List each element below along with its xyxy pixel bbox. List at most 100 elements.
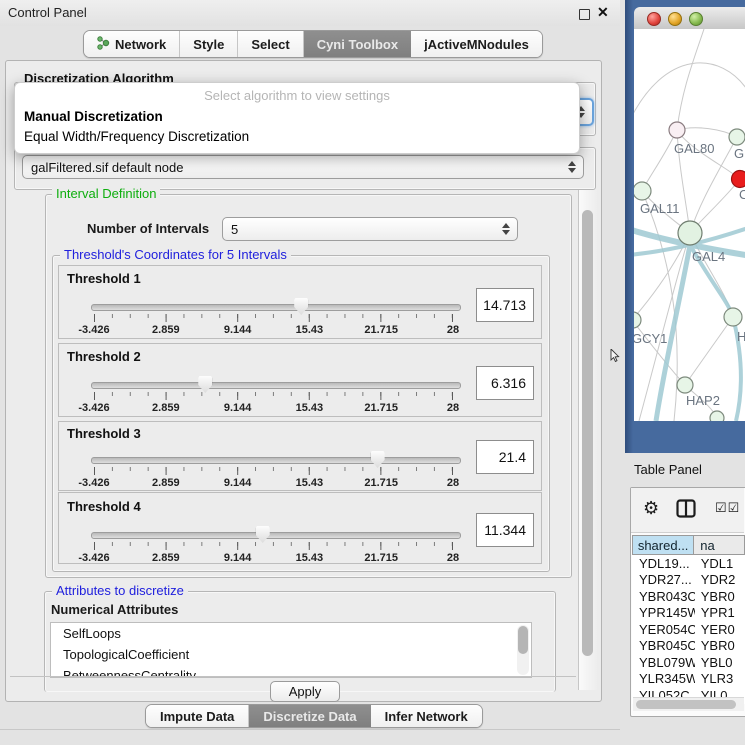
node-label-partial-g: G xyxy=(734,146,744,161)
slider-thumb[interactable] xyxy=(371,451,385,468)
tab-jactivemnodules[interactable]: jActiveMNodules xyxy=(411,31,542,57)
close-traffic-light-icon[interactable] xyxy=(647,12,661,26)
node-gal11[interactable] xyxy=(634,182,651,200)
tab-impute-data[interactable]: Impute Data xyxy=(146,705,249,727)
algorithm-dropdown-popup: Select algorithm to view settings Manual… xyxy=(14,82,580,154)
tab-cyni-toolbox[interactable]: Cyni Toolbox xyxy=(304,31,411,57)
node-green-right-top[interactable] xyxy=(729,129,745,145)
table-panel-title: Table Panel xyxy=(634,462,702,477)
slider-major-ticks xyxy=(94,314,453,322)
slider-tick-labels: -3.4262.8599.14415.4321.71528 xyxy=(94,477,453,489)
tab-network[interactable]: Network xyxy=(84,31,180,57)
slider-major-ticks xyxy=(94,392,453,400)
threshold-panel-3: Threshold 3 -3.4262.8599.14415.4321.7152… xyxy=(58,421,542,491)
numerical-attributes-label: Numerical Attributes xyxy=(51,602,178,617)
threshold-label: Threshold 3 xyxy=(67,426,141,441)
node-pink[interactable] xyxy=(669,122,685,138)
table-row[interactable]: YPR145WYPR1 xyxy=(632,605,745,622)
number-of-intervals-value: 5 xyxy=(231,222,238,237)
node-red-selected[interactable] xyxy=(732,171,745,188)
threshold-slider[interactable]: -3.4262.8599.14415.4321.71528 xyxy=(94,455,453,489)
slider-tick-labels: -3.4262.8599.14415.4321.71528 xyxy=(94,324,453,336)
panel-vertical-scrollbar[interactable] xyxy=(578,190,597,690)
node-gcy1[interactable] xyxy=(634,312,641,328)
list-item[interactable]: SelfLoops xyxy=(51,623,531,644)
threshold-label: Threshold 1 xyxy=(67,271,141,286)
number-of-intervals-combobox[interactable]: 5 xyxy=(222,217,518,241)
threshold-slider[interactable]: -3.4262.8599.14415.4321.71528 xyxy=(94,302,453,336)
threshold-value-field[interactable]: 11.344 xyxy=(476,513,534,547)
table-row[interactable]: YDL19...YDL1 xyxy=(632,555,745,572)
column-header-shared-name[interactable]: shared... xyxy=(632,535,694,555)
table-row[interactable]: YBR045CYBR0 xyxy=(632,638,745,655)
network-window-titlebar[interactable] xyxy=(634,7,745,30)
table-row[interactable]: YLR345WYLR3 xyxy=(632,671,745,688)
popup-option-manual-discretization[interactable]: Manual Discretization xyxy=(24,109,163,124)
table-row[interactable]: YBL079WYBL0 xyxy=(632,654,745,671)
table-horizontal-scrollbar[interactable] xyxy=(633,697,744,711)
tab-style[interactable]: Style xyxy=(180,31,238,57)
slider-thumb[interactable] xyxy=(198,376,212,393)
node-label-gal4: GAL4 xyxy=(692,249,725,264)
slider-major-ticks xyxy=(94,542,453,550)
minimize-traffic-light-icon[interactable] xyxy=(668,12,682,26)
tab-infer-network[interactable]: Infer Network xyxy=(371,705,482,727)
number-of-intervals-label: Number of Intervals xyxy=(87,221,209,236)
list-scrollbar[interactable] xyxy=(517,625,529,675)
numerical-attributes-list[interactable]: SelfLoops TopologicalCoefficient Between… xyxy=(50,622,532,678)
table-panel-toolbar: ⚙ ☑☑ xyxy=(631,488,744,533)
table-row[interactable]: YBR043CYBR0 xyxy=(632,588,745,605)
list-item[interactable]: TopologicalCoefficient xyxy=(51,644,531,665)
scrollbar-thumb[interactable] xyxy=(636,700,736,709)
float-window-icon[interactable] xyxy=(579,9,590,20)
apply-button[interactable]: Apply xyxy=(270,681,340,702)
slider-thumb[interactable] xyxy=(256,526,270,543)
attributes-group-title: Attributes to discretize xyxy=(52,584,188,598)
slider-thumb[interactable] xyxy=(294,298,308,315)
node-label-partial-c: C xyxy=(739,187,745,202)
mouse-cursor xyxy=(610,349,620,363)
network-icon xyxy=(97,36,110,53)
column-header-name[interactable]: na xyxy=(694,535,745,555)
popup-option-equal-width[interactable]: Equal Width/Frequency Discretization xyxy=(24,129,249,144)
combo-arrows-icon xyxy=(502,223,510,235)
divider xyxy=(0,729,620,730)
threshold-panel-2: Threshold 2 -3.4262.8599.14415.4321.7152… xyxy=(58,343,542,417)
popup-hint: Select algorithm to view settings xyxy=(15,88,579,103)
gear-icon[interactable]: ⚙ xyxy=(643,498,659,519)
node-bottom-partial[interactable] xyxy=(710,411,724,421)
thresholds-group-title: Threshold's Coordinates for 5 Intervals xyxy=(60,248,291,262)
threshold-value-field[interactable]: 6.316 xyxy=(476,366,534,400)
node-right-low[interactable] xyxy=(724,308,742,326)
node-table: shared... na YDL19...YDL1 YDR27...YDR2 Y… xyxy=(632,535,745,704)
table-row[interactable]: YER054CYER0 xyxy=(632,621,745,638)
node-label-gcy1: GCY1 xyxy=(634,331,667,346)
table-row[interactable]: YDR27...YDR2 xyxy=(632,572,745,589)
node-gal4[interactable] xyxy=(678,221,702,245)
node-label-partial-h: H xyxy=(737,329,745,344)
table-header-row: shared... na xyxy=(632,535,745,555)
network-canvas[interactable]: GAL80 G C GAL11 GAL4 GCY1 H HAP2 xyxy=(634,29,745,421)
columns-icon[interactable] xyxy=(676,499,696,521)
threshold-value-field[interactable]: 14.713 xyxy=(476,288,534,322)
tab-discretize-data[interactable]: Discretize Data xyxy=(249,705,370,727)
node-label-gal11: GAL11 xyxy=(640,201,680,216)
node-hap2[interactable] xyxy=(677,377,693,393)
combo-arrows-icon xyxy=(568,161,576,173)
threshold-slider[interactable]: -3.4262.8599.14415.4321.71528 xyxy=(94,530,453,564)
threshold-value-field[interactable]: 21.4 xyxy=(476,440,534,474)
node-label-hap2: HAP2 xyxy=(686,393,720,408)
bottom-tab-bar: Impute Data Discretize Data Infer Networ… xyxy=(145,704,483,728)
table-data-combobox[interactable]: galFiltered.sif default node xyxy=(22,155,584,179)
zoom-traffic-light-icon[interactable] xyxy=(689,12,703,26)
checkbox-pair-icon[interactable]: ☑☑ xyxy=(715,500,740,516)
slider-tick-labels: -3.4262.8599.14415.4321.71528 xyxy=(94,552,453,564)
slider-major-ticks xyxy=(94,467,453,475)
node-label-gal80: GAL80 xyxy=(674,141,714,156)
interval-definition-title: Interval Definition xyxy=(52,187,160,201)
scrollbar-thumb[interactable] xyxy=(518,626,528,654)
close-icon[interactable]: ✕ xyxy=(597,4,609,21)
scrollbar-thumb[interactable] xyxy=(582,210,593,656)
threshold-slider[interactable]: -3.4262.8599.14415.4321.71528 xyxy=(94,380,453,414)
tab-select[interactable]: Select xyxy=(238,31,303,57)
